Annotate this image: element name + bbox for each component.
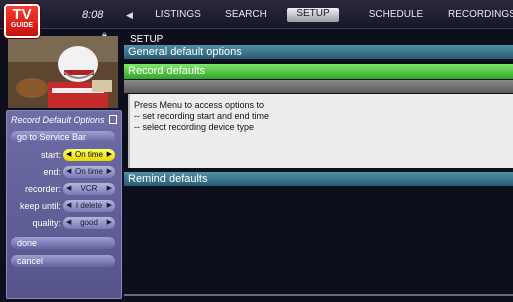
- logo-guide-text: GUIDE: [10, 22, 34, 29]
- panel-page-icon: [109, 115, 117, 124]
- go-to-service-bar-button[interactable]: go to Service Bar: [11, 131, 115, 143]
- record-defaults-bar[interactable]: Record defaults: [124, 64, 513, 79]
- info-box: Press Menu to access options to -- set r…: [128, 94, 513, 168]
- recorder-selector[interactable]: ◀ VCR ▶: [63, 183, 115, 195]
- arrow-right-icon[interactable]: ▶: [107, 200, 112, 212]
- end-row: end: ◀ On time ▶: [9, 166, 117, 178]
- remind-defaults-bar[interactable]: Remind defaults: [124, 172, 513, 186]
- quality-label: quality:: [32, 218, 61, 228]
- start-selector[interactable]: ◀ On time ▶: [63, 149, 115, 161]
- arrow-right-icon[interactable]: ▶: [107, 183, 112, 195]
- end-label: end:: [43, 167, 61, 177]
- keep-until-label: keep until:: [19, 201, 61, 211]
- arrow-left-icon[interactable]: ◀: [66, 217, 71, 229]
- tv-guide-logo: TV GUIDE: [4, 4, 40, 38]
- tab-listings[interactable]: LISTINGS: [150, 9, 206, 21]
- end-selector[interactable]: ◀ On time ▶: [63, 166, 115, 178]
- keep-until-row: keep until: ◀ I delete ▶: [9, 200, 117, 212]
- recorder-value: VCR: [80, 184, 98, 193]
- tab-search[interactable]: SEARCH: [220, 9, 272, 21]
- arrow-right-icon[interactable]: ▶: [107, 166, 112, 178]
- panel-title: Record Default Options: [11, 115, 105, 125]
- arrow-left-icon[interactable]: ◀: [66, 149, 71, 161]
- arrow-left-icon[interactable]: ◀: [66, 200, 71, 212]
- triangle-left-icon[interactable]: ◀: [126, 9, 133, 21]
- done-button[interactable]: done: [11, 237, 115, 249]
- start-label: start:: [40, 150, 61, 160]
- arrow-right-icon[interactable]: ▶: [107, 149, 112, 161]
- quality-selector[interactable]: ◀ good ▶: [63, 217, 115, 229]
- start-row: start: ◀ On time ▶: [9, 149, 117, 161]
- arrow-left-icon[interactable]: ◀: [66, 166, 71, 178]
- clock: 8:08: [82, 9, 104, 21]
- tv-guide-screen: 8:08 ◀ LISTINGS SEARCH SETUP SCHEDULE RE…: [0, 0, 513, 302]
- keep-until-selector[interactable]: ◀ I delete ▶: [63, 200, 115, 212]
- tab-schedule[interactable]: SCHEDULE: [366, 9, 426, 21]
- recorder-label: recorder:: [24, 184, 61, 194]
- keep-until-value: I delete: [75, 201, 103, 210]
- tab-setup[interactable]: SETUP: [287, 8, 339, 22]
- general-default-options-bar[interactable]: General default options: [124, 45, 513, 59]
- recorder-row: recorder: ◀ VCR ▶: [9, 183, 117, 195]
- info-line: -- set recording start and end time: [134, 111, 270, 121]
- football-player-image: [8, 36, 118, 108]
- cancel-button[interactable]: cancel: [11, 255, 115, 267]
- quality-value: good: [80, 218, 98, 227]
- page-title: SETUP: [130, 34, 164, 45]
- info-line: -- select recording device type: [134, 122, 255, 132]
- start-value: On time: [74, 150, 103, 159]
- logo-tv-text: TV: [12, 6, 32, 23]
- info-line: Press Menu to access options to: [134, 100, 265, 110]
- top-nav-bar: 8:08 ◀ LISTINGS SEARCH SETUP SCHEDULE RE…: [0, 0, 513, 29]
- quality-row: quality: ◀ good ▶: [9, 217, 117, 229]
- tab-recordings[interactable]: RECORDINGS: [448, 9, 513, 21]
- arrow-left-icon[interactable]: ◀: [66, 183, 71, 195]
- bottom-divider: [124, 294, 513, 296]
- divider-strip: [124, 80, 513, 93]
- setup-content: SETUP General default options Record def…: [124, 28, 513, 298]
- record-default-options-panel: Record Default Options go to Service Bar…: [6, 110, 122, 299]
- arrow-right-icon[interactable]: ▶: [107, 217, 112, 229]
- end-value: On time: [74, 167, 103, 176]
- live-video-preview: [8, 36, 118, 108]
